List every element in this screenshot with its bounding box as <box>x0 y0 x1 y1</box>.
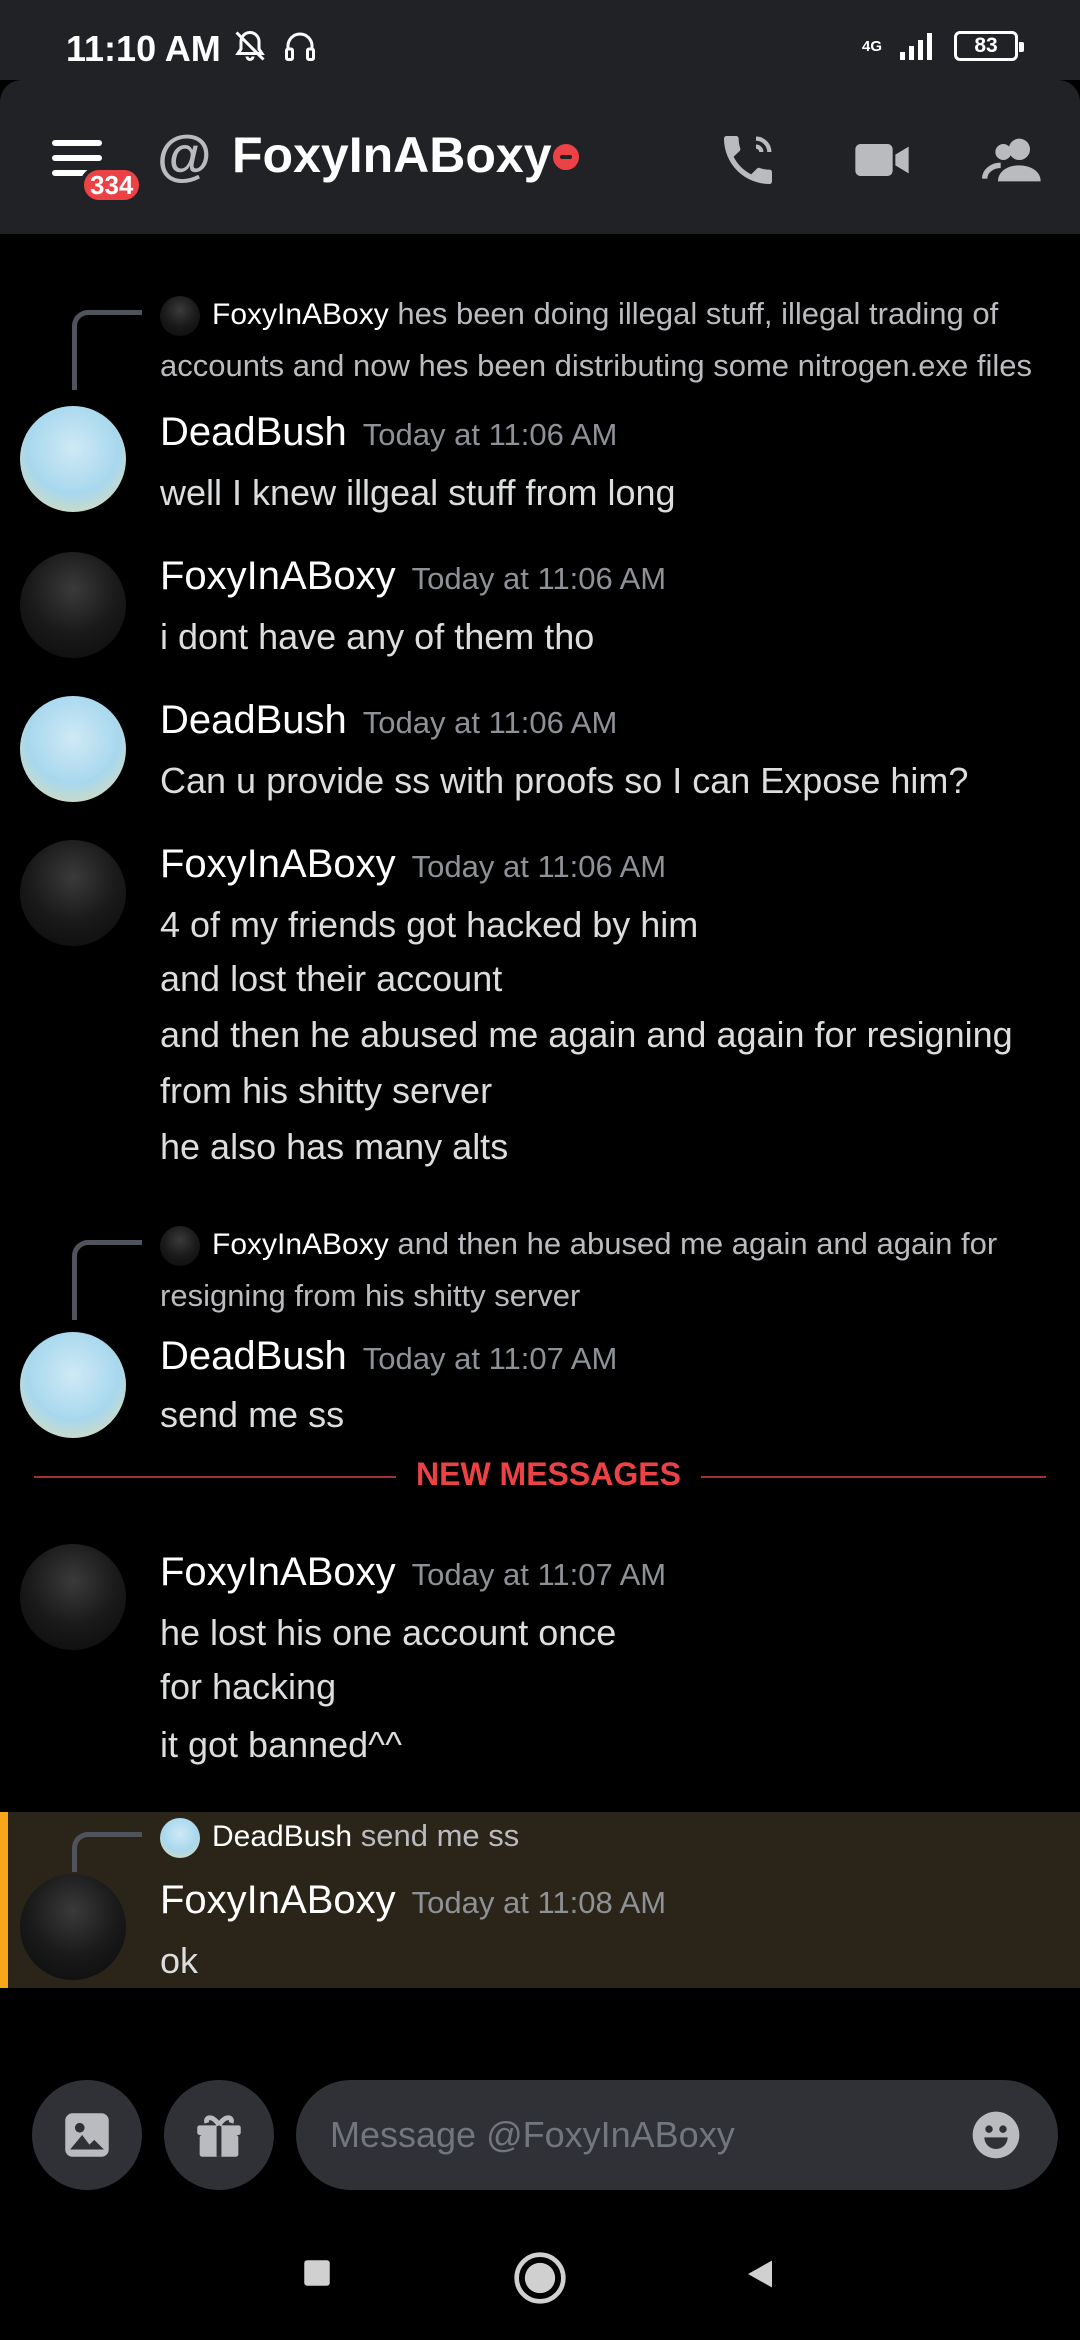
avatar[interactable] <box>20 1332 126 1438</box>
back-icon[interactable] <box>742 2256 778 2292</box>
home-icon[interactable] <box>512 2250 568 2306</box>
message-list[interactable]: FoxyInABoxy hes been doing illegal stuff… <box>0 234 1080 2000</box>
message-text: ok <box>160 1940 199 1981</box>
reply-preview[interactable]: FoxyInABoxy and then he abused me again … <box>160 1218 997 1271</box>
message-input[interactable] <box>330 2105 950 2165</box>
emoji-icon[interactable] <box>968 2107 1024 2163</box>
message-author[interactable]: FoxyInABoxy Today at 11:07 AM <box>160 1550 666 1595</box>
message-author[interactable]: DeadBush Today at 11:06 AM <box>160 698 617 743</box>
message-timestamp: Today at 11:06 AM <box>411 849 667 884</box>
avatar <box>160 1225 200 1266</box>
avatar[interactable] <box>20 1874 126 1980</box>
signal-icon <box>900 33 932 60</box>
new-messages-label: NEW MESSAGES <box>396 1456 701 1493</box>
battery-indicator: 83 <box>954 31 1024 61</box>
reply-preview[interactable]: FoxyInABoxy hes been doing illegal stuff… <box>160 288 998 341</box>
phone-call-icon[interactable] <box>716 128 780 192</box>
author-name[interactable]: DeadBush <box>160 698 347 742</box>
message-timestamp: Today at 11:07 AM <box>362 1341 618 1376</box>
unread-badge: 334 <box>80 166 144 204</box>
message-author[interactable]: DeadBush Today at 11:06 AM <box>160 410 617 455</box>
dm-at-icon: @ <box>157 123 212 186</box>
dnd-status-icon <box>549 140 583 174</box>
message-text: Can u provide ss with proofs so I can Ex… <box>160 760 969 801</box>
message-text: he lost his one account once <box>160 1612 617 1653</box>
reply-preview[interactable]: DeadBush send me ss <box>160 1810 519 1863</box>
status-time: 11:10 AM <box>66 28 221 69</box>
author-name[interactable]: FoxyInABoxy <box>160 1550 396 1594</box>
system-nav-bar <box>0 2224 1080 2340</box>
message-text: and then he abused me again and again fo… <box>160 1014 1013 1055</box>
reply-text: hes been doing illegal stuff, illegal tr… <box>397 296 999 331</box>
message-text: it got banned^^ <box>160 1724 402 1765</box>
avatar[interactable] <box>20 696 126 802</box>
avatar[interactable] <box>20 840 126 946</box>
message-text: send me ss <box>160 1394 345 1435</box>
avatar[interactable] <box>20 1544 126 1650</box>
status-right: 4G 83 <box>861 30 1024 62</box>
status-bar: 11:10 AM 4G 83 <box>0 0 1080 80</box>
notifications-muted-icon <box>235 30 265 61</box>
page-title: FoxyInABoxy <box>232 127 552 183</box>
reply-connector <box>72 1240 142 1320</box>
reply-author: FoxyInABoxy <box>212 1228 389 1261</box>
network-type: 4G <box>861 37 882 55</box>
message-author[interactable]: FoxyInABoxy Today at 11:06 AM <box>160 842 666 887</box>
status-left-icons <box>232 28 318 64</box>
message-timestamp: Today at 11:07 AM <box>411 1557 667 1592</box>
reply-text-cont: resigning from his shitty server <box>160 1278 581 1313</box>
gift-icon <box>197 2115 241 2157</box>
message-input-box[interactable] <box>296 2080 1058 2190</box>
gift-button[interactable] <box>164 2080 274 2190</box>
message-timestamp: Today at 11:06 AM <box>362 705 618 740</box>
reply-author: FoxyInABoxy <box>212 298 389 331</box>
author-name[interactable]: FoxyInABoxy <box>160 554 396 598</box>
message-timestamp: Today at 11:06 AM <box>362 417 618 452</box>
message-text: and lost their account <box>160 958 503 999</box>
channel-header: 334 @ FoxyInABoxy <box>0 80 1080 234</box>
message-author[interactable]: FoxyInABoxy Today at 11:08 AM <box>160 1878 666 1923</box>
message-text: i dont have any of them tho <box>160 616 595 657</box>
avatar[interactable] <box>20 406 126 512</box>
image-icon <box>65 2113 109 2157</box>
message-timestamp: Today at 11:08 AM <box>411 1885 667 1920</box>
reply-text: and then he abused me again and again fo… <box>397 1226 998 1261</box>
message-text: well I knew illgeal stuff from long <box>160 472 676 513</box>
reply-author: DeadBush <box>212 1820 353 1853</box>
video-camera-icon[interactable] <box>850 128 914 192</box>
message-author[interactable]: DeadBush Today at 11:07 AM <box>160 1334 617 1379</box>
message-text: from his shitty server <box>160 1070 493 1111</box>
reply-text: send me ss <box>360 1818 520 1853</box>
avatar <box>160 295 200 336</box>
author-name[interactable]: FoxyInABoxy <box>160 842 396 886</box>
avatar <box>160 1817 200 1858</box>
reply-connector <box>72 310 142 390</box>
reply-text-cont: accounts and now hes been distributing s… <box>160 348 1032 383</box>
members-icon[interactable] <box>982 128 1046 192</box>
avatar[interactable] <box>20 552 126 658</box>
author-name[interactable]: DeadBush <box>160 410 347 454</box>
reply-connector <box>72 1832 142 1872</box>
author-name[interactable]: DeadBush <box>160 1334 347 1378</box>
message-text: he also has many alts <box>160 1126 509 1167</box>
author-name[interactable]: FoxyInABoxy <box>160 1878 396 1922</box>
message-author[interactable]: FoxyInABoxy Today at 11:06 AM <box>160 554 666 599</box>
message-text: for hacking <box>160 1666 337 1707</box>
message-timestamp: Today at 11:06 AM <box>411 561 667 596</box>
recents-icon[interactable] <box>300 2256 334 2290</box>
message-text: 4 of my friends got hacked by him <box>160 904 699 945</box>
headphones-icon <box>285 32 315 61</box>
image-upload-button[interactable] <box>32 2080 142 2190</box>
